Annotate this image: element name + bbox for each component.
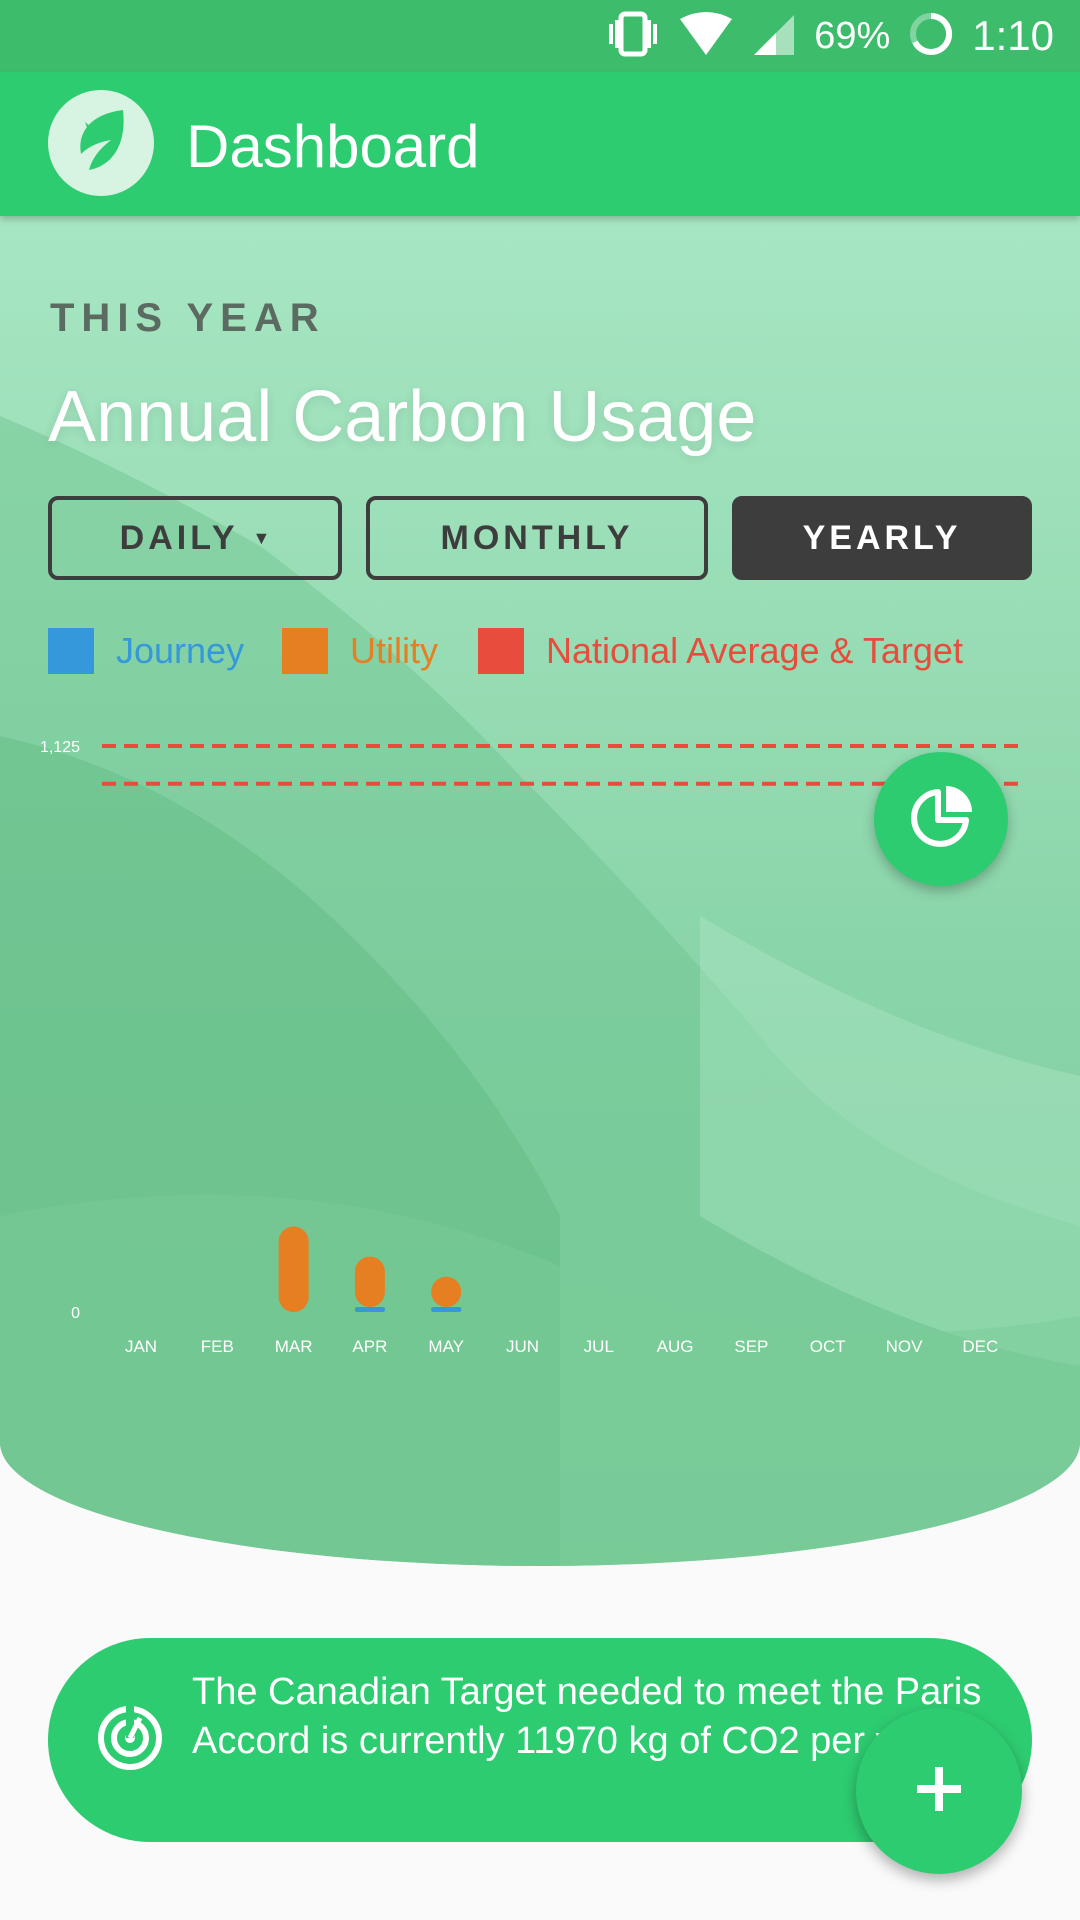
x-tick-label: FEB (201, 1337, 234, 1356)
yearly-toggle[interactable]: YEARLY (732, 496, 1032, 580)
target-icon (96, 1704, 164, 1776)
legend-item-journey[interactable]: Journey (48, 628, 244, 674)
legend-item-utility[interactable]: Utility (282, 628, 438, 674)
battery-percent: 69% (814, 14, 891, 57)
legend-label: National Average & Target (546, 630, 963, 671)
x-tick-label: MAY (428, 1337, 464, 1356)
legend-item-national-average[interactable]: National Average & Target (478, 628, 963, 674)
battery-icon (908, 11, 954, 62)
yearly-toggle-label: YEARLY (802, 518, 962, 557)
legend-label: Journey (116, 630, 245, 671)
x-tick-label: DEC (962, 1337, 998, 1356)
legend-swatch (48, 628, 94, 674)
x-tick-label: APR (352, 1337, 387, 1356)
x-tick-label: NOV (886, 1337, 924, 1356)
app-bar: Dashboard (0, 72, 1080, 216)
monthly-toggle[interactable]: MONTHLY (366, 496, 708, 580)
legend-swatch (478, 628, 524, 674)
signal-icon (752, 11, 796, 62)
x-tick-label: SEP (734, 1337, 768, 1356)
vibrate-icon (606, 10, 660, 63)
x-tick-label: AUG (657, 1337, 694, 1356)
hero-section: THIS YEAR Annual Carbon Usage DAILY ▼ MO… (0, 216, 1080, 1566)
y-tick-label: 1,125 (40, 739, 80, 756)
app-title: Dashboard (186, 113, 480, 180)
wifi-icon (678, 11, 734, 62)
bar-utility[interactable] (278, 1226, 309, 1312)
x-tick-label: OCT (810, 1337, 846, 1356)
daily-toggle[interactable]: DAILY ▼ (48, 496, 342, 580)
section-heading: Annual Carbon Usage (48, 377, 757, 457)
x-tick-label: JUL (584, 1337, 614, 1356)
x-tick-label: MAR (275, 1337, 313, 1356)
x-tick-label: JAN (125, 1337, 157, 1356)
daily-toggle-label: DAILY (119, 518, 239, 557)
leaf-icon (71, 108, 131, 178)
monthly-toggle-label: MONTHLY (440, 518, 634, 557)
add-fab[interactable] (856, 1708, 1022, 1874)
legend-label: Utility (350, 630, 438, 671)
bar-utility[interactable] (431, 1276, 462, 1307)
app-logo[interactable] (48, 90, 154, 196)
bar-journey[interactable] (354, 1306, 385, 1312)
y-tick-label: 0 (71, 1305, 80, 1322)
section-eyebrow: THIS YEAR (50, 296, 326, 340)
clock: 1:10 (972, 12, 1054, 59)
pie-chart-icon (906, 782, 976, 856)
bar-journey[interactable] (431, 1306, 462, 1312)
plus-icon (915, 1765, 963, 1817)
legend-swatch (282, 628, 328, 674)
dropdown-caret-icon: ▼ (252, 527, 271, 548)
x-tick-label: JUN (506, 1337, 539, 1356)
status-bar: 69% 1:10 (0, 0, 1080, 72)
bar-utility[interactable] (354, 1256, 385, 1307)
chart-fab[interactable] (874, 752, 1008, 886)
